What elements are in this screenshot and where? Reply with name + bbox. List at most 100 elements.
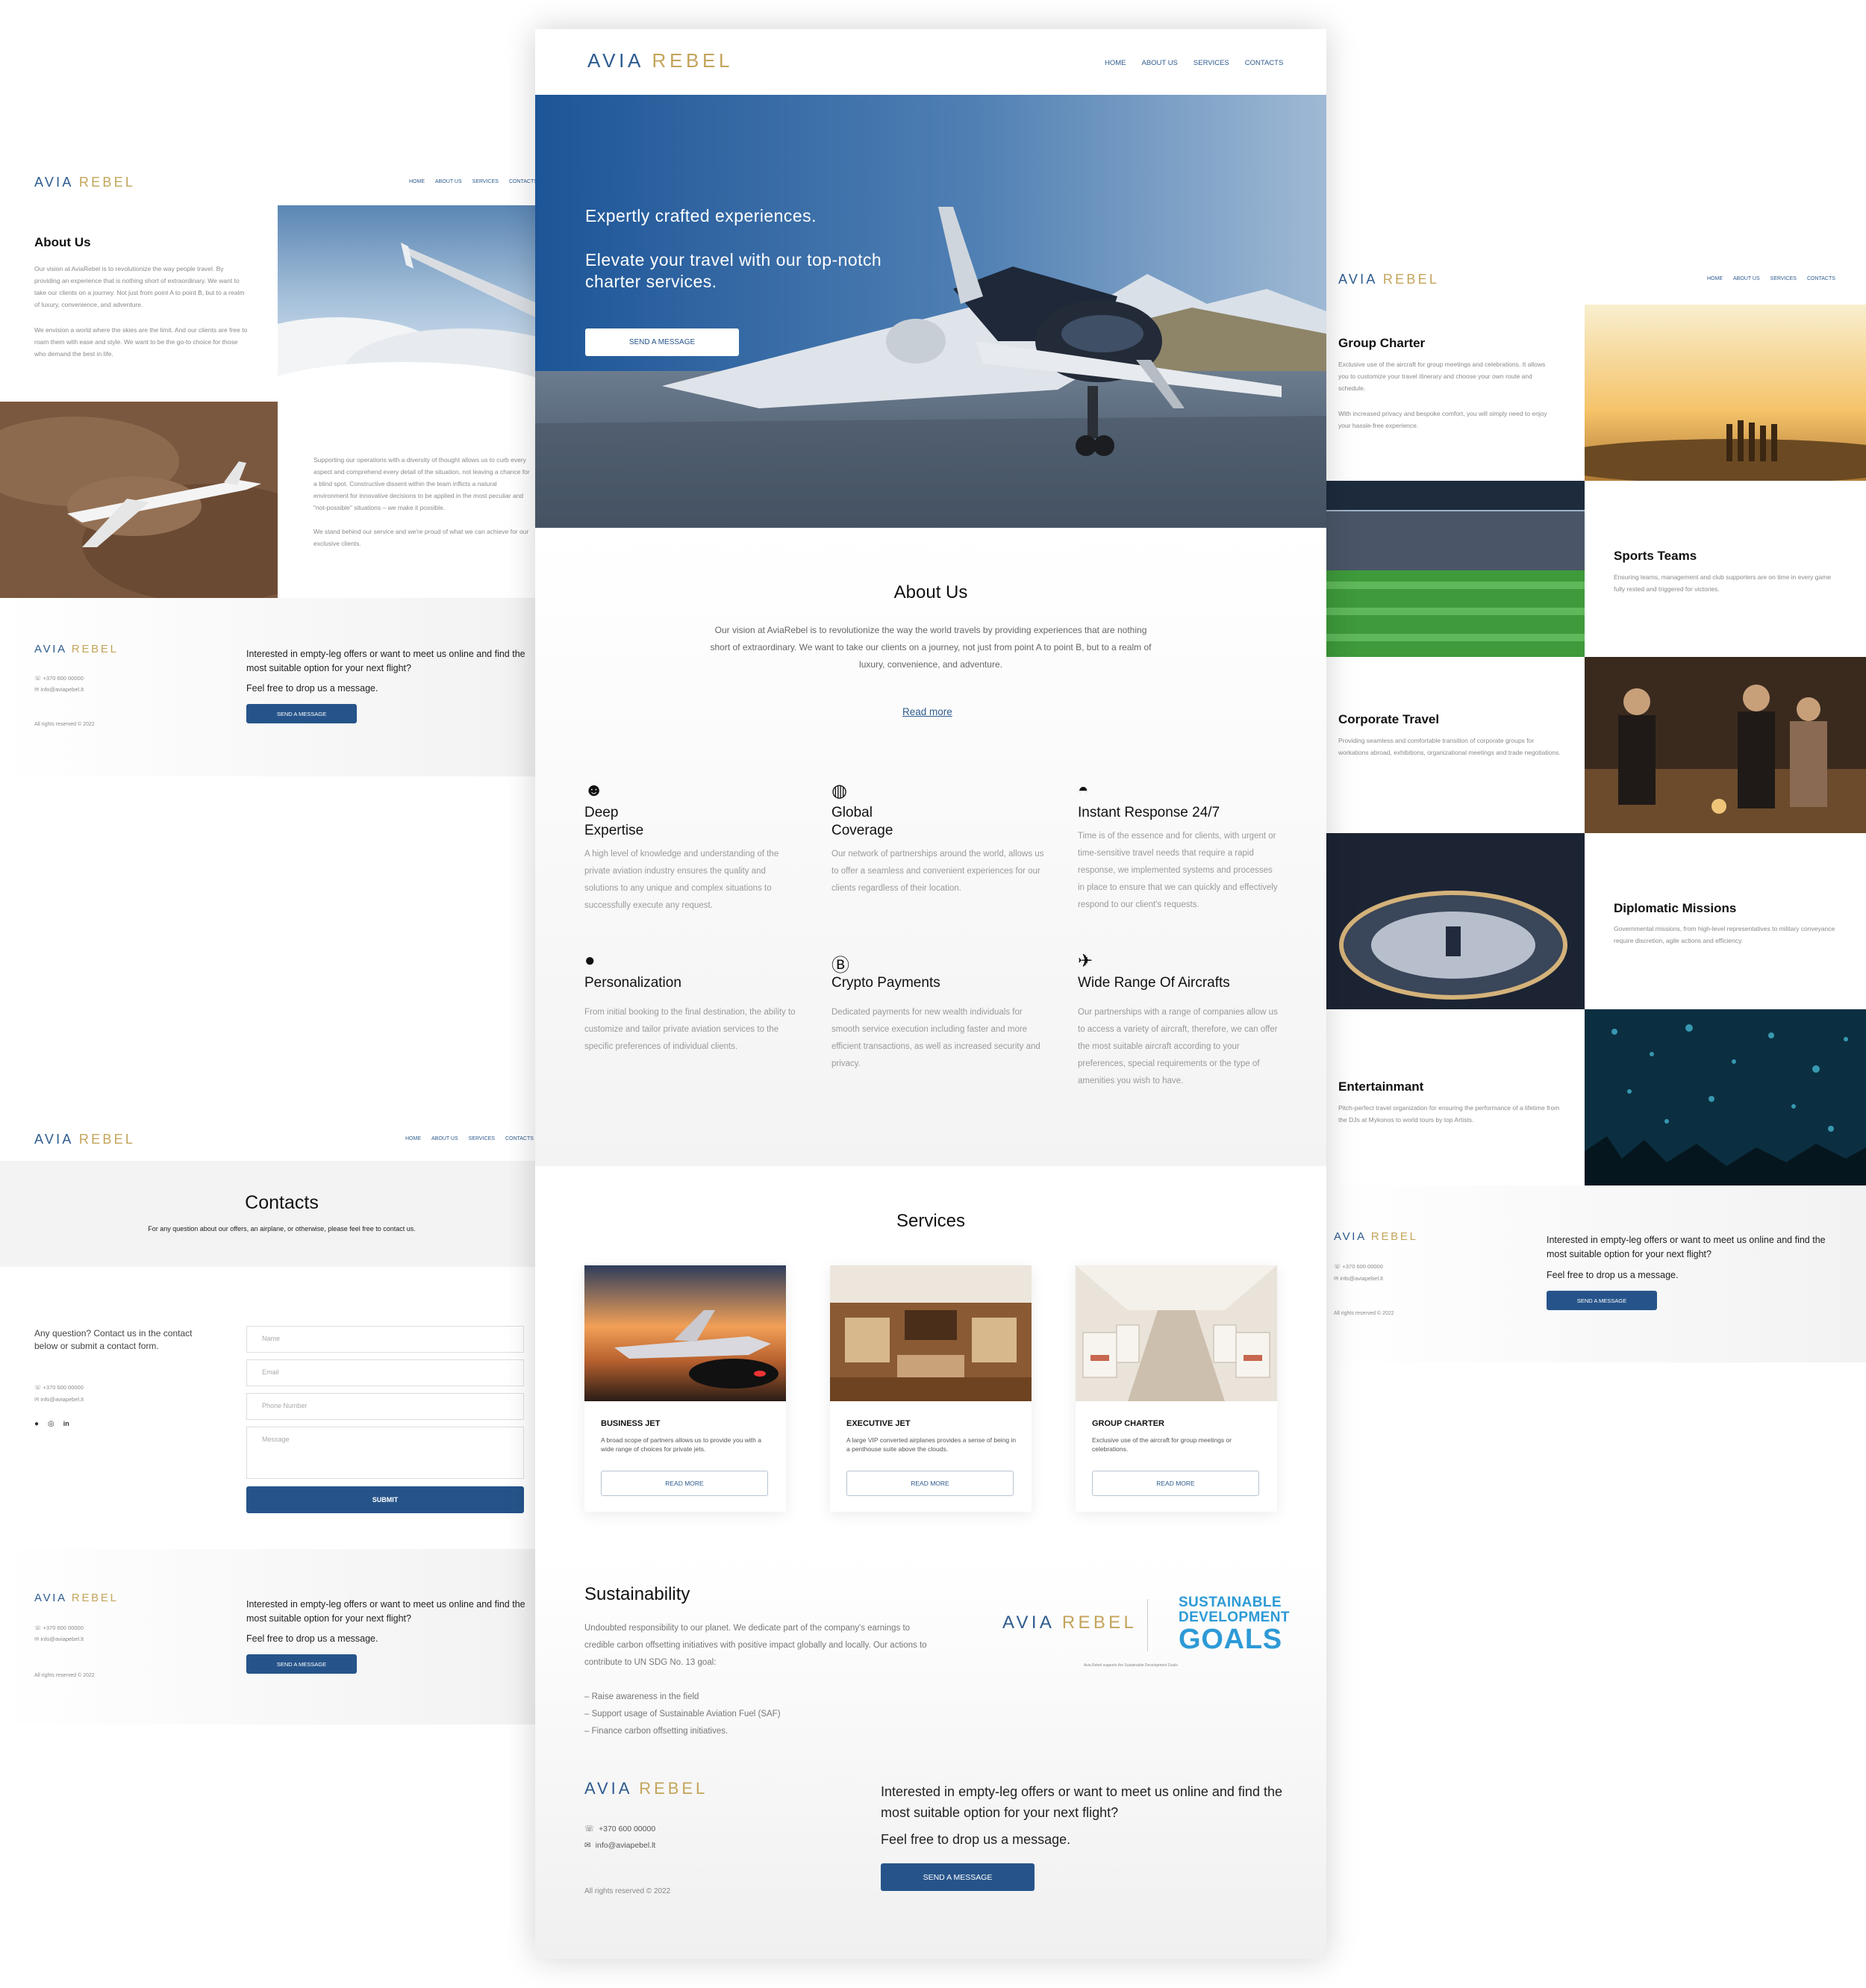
footer-logo[interactable]: AVIA REBEL <box>1334 1230 1418 1243</box>
services-page-footer: AVIA REBEL ☏ +370 600 00000 ✉ info@aviap… <box>1326 1185 1866 1362</box>
nav-contacts[interactable]: CONTACTS <box>509 179 535 184</box>
nav-contacts[interactable]: CONTACTS <box>1807 276 1835 281</box>
nav-services[interactable]: SERVICES <box>469 1136 495 1141</box>
footer-email[interactable]: ✉ info@aviapebel.lt <box>34 686 84 693</box>
instagram-icon[interactable]: ◎ <box>48 1420 54 1428</box>
services-page-logo[interactable]: AVIA REBEL <box>1338 272 1439 287</box>
services-page-preview: AVIA REBEL HOME ABOUT US SERVICES CONTAC… <box>1326 261 1866 1362</box>
facebook-icon[interactable]: ● <box>34 1420 39 1428</box>
nav-services[interactable]: SERVICES <box>472 179 499 184</box>
card-title: BUSINESS JET <box>601 1419 661 1428</box>
sdg-caption: Avia Rebel supports the Sustainable Deve… <box>1084 1663 1178 1668</box>
main-footer-rights: All rights reserved © 2022 <box>584 1887 671 1895</box>
contacts-band: Contacts For any question about our offe… <box>0 1161 535 1267</box>
jet-over-desert-image <box>0 402 278 598</box>
about-page-header: AVIA REBEL HOME ABOUT US SERVICES CONTAC… <box>0 164 535 205</box>
bitcoin-icon: Ⓑ <box>831 956 849 976</box>
email-field[interactable]: Email <box>246 1359 524 1386</box>
main-footer-phone[interactable]: ☏ +370 600 00000 <box>584 1825 655 1833</box>
footer-cta-sub: Feel free to drop us a message. <box>246 683 378 694</box>
feature-title: Instant Response 24/7 <box>1078 805 1220 820</box>
bullet-item: – Raise awareness in the field <box>584 1692 699 1701</box>
linkedin-icon[interactable]: in <box>63 1420 69 1428</box>
about-page-nav: HOME ABOUT US SERVICES CONTACTS <box>409 179 535 184</box>
footer-phone[interactable]: ☏ +370 600 00000 <box>34 1624 84 1631</box>
submit-button[interactable]: SUBMIT <box>246 1486 524 1513</box>
service-text-corporate-travel: Providing seamless and comfortable trans… <box>1338 737 1561 756</box>
footer-phone[interactable]: ☏ +370 600 00000 <box>34 675 84 682</box>
services-section: Services BUSINESS JET A broad scope of p… <box>535 1166 1326 1554</box>
main-footer-logo[interactable]: AVIA REBEL <box>584 1779 708 1798</box>
footer-cta-text: Interested in empty-leg offers or want t… <box>246 1599 525 1624</box>
footer-send-button[interactable]: SEND A MESSAGE <box>246 1654 357 1674</box>
nav-about[interactable]: ABOUT US <box>1142 59 1178 67</box>
nav-contacts[interactable]: CONTACTS <box>1245 59 1284 67</box>
read-more-button[interactable]: READ MORE <box>846 1471 1014 1496</box>
about-page-paragraph-2: We envision a world where the skies are … <box>34 326 248 358</box>
contacts-side-text: Any question? Contact us in the contact … <box>34 1328 193 1351</box>
service-text-sports-teams: Ensuring teams, management and club supp… <box>1614 573 1832 593</box>
feature-title: Crypto Payments <box>831 975 940 991</box>
nav-home[interactable]: HOME <box>409 179 425 184</box>
nav-services[interactable]: SERVICES <box>1193 59 1229 67</box>
nav-home[interactable]: HOME <box>1707 276 1723 281</box>
footer-logo[interactable]: AVIA REBEL <box>34 1592 119 1604</box>
sdg-line-3: GOALS <box>1179 1624 1282 1655</box>
contacts-page-logo[interactable]: AVIA REBEL <box>34 1132 135 1147</box>
contacts-email[interactable]: ✉ info@aviapebel.lt <box>34 1396 84 1403</box>
nav-about[interactable]: ABOUT US <box>435 179 462 184</box>
nav-services[interactable]: SERVICES <box>1770 276 1797 281</box>
nav-contacts[interactable]: CONTACTS <box>505 1136 534 1141</box>
services-page-header: AVIA REBEL HOME ABOUT US SERVICES CONTAC… <box>1326 261 1866 305</box>
nav-about[interactable]: ABOUT US <box>431 1136 458 1141</box>
contacts-phone[interactable]: ☏ +370 600 00000 <box>34 1384 84 1391</box>
main-header: AVIA REBEL HOME ABOUT US SERVICES CONTAC… <box>535 29 1326 95</box>
nav-about[interactable]: ABOUT US <box>1733 276 1760 281</box>
contacts-page-preview: AVIA REBEL HOME ABOUT US SERVICES CONTAC… <box>0 1120 535 1724</box>
bullet-item: – Support usage of Sustainable Aviation … <box>584 1710 781 1719</box>
sdg-line-1: SUSTAINABLE <box>1179 1595 1282 1610</box>
phone-field[interactable]: Phone Number <box>246 1393 524 1420</box>
about-page-logo[interactable]: AVIA REBEL <box>34 175 135 190</box>
nav-home[interactable]: HOME <box>1105 59 1126 67</box>
feature-deep-expertise: ☻ Deep Expertise A high level of knowled… <box>584 780 801 914</box>
contacts-title: Contacts <box>245 1192 319 1213</box>
corporate-people-image <box>1585 657 1866 833</box>
read-more-button[interactable]: READ MORE <box>1092 1471 1259 1496</box>
service-text-group-charter: Exclusive use of the aircraft for group … <box>1338 361 1546 392</box>
nav-home[interactable]: HOME <box>405 1136 421 1141</box>
read-more-link[interactable]: Read more <box>902 706 952 717</box>
airplane-icon: ✈ <box>1078 951 1093 971</box>
hero-send-button[interactable]: SEND A MESSAGE <box>585 328 739 356</box>
logo-divider <box>1147 1599 1148 1651</box>
about-page-preview: AVIA REBEL HOME ABOUT US SERVICES CONTAC… <box>0 164 535 776</box>
contacts-subtitle: For any question about our offers, an ai… <box>148 1225 416 1233</box>
footer-rights: All rights reserved © 2022 <box>34 1673 95 1678</box>
hero-jet-image <box>535 95 1326 528</box>
main-footer-email[interactable]: ✉ info@aviapebel.lt <box>584 1841 655 1850</box>
message-field[interactable]: Message <box>246 1427 524 1479</box>
footer-phone[interactable]: ☏ +370 600 00000 <box>1334 1263 1383 1270</box>
clouds-wing-image <box>278 205 535 402</box>
footer-logo[interactable]: AVIA REBEL <box>34 643 119 655</box>
executive-jet-image <box>830 1265 1032 1401</box>
group-charter-image <box>1076 1265 1277 1401</box>
sustainability-section: Sustainability Undoubted responsibility … <box>535 1554 1326 1959</box>
footer-email[interactable]: ✉ info@aviapebel.lt <box>1334 1275 1383 1282</box>
feature-instant-response: ◓ Instant Response 24/7 Time is of the e… <box>1078 780 1294 914</box>
brain-icon: ☻ <box>584 780 604 800</box>
about-page-footer: AVIA REBEL ☏ +370 600 00000 ✉ info@aviap… <box>0 598 535 776</box>
service-text-group-charter-2: With increased privacy and bespoke comfo… <box>1338 410 1547 429</box>
footer-send-button[interactable]: SEND A MESSAGE <box>1547 1291 1657 1310</box>
footer-send-button[interactable]: SEND A MESSAGE <box>246 704 357 723</box>
feature-crypto-payments: Ⓑ Crypto Payments Dedicated payments for… <box>831 950 1048 1073</box>
main-footer-send-button[interactable]: SEND A MESSAGE <box>881 1863 1035 1891</box>
service-title-sports-teams: Sports Teams <box>1614 549 1697 563</box>
read-more-button[interactable]: READ MORE <box>601 1471 768 1496</box>
footer-email[interactable]: ✉ info@aviapebel.lt <box>34 1636 84 1642</box>
sustainability-bullets: – Raise awareness in the field – Support… <box>584 1689 781 1740</box>
about-page-paragraph-4: We stand behind our service and we're pr… <box>313 528 529 547</box>
name-field[interactable]: Name <box>246 1326 524 1353</box>
feature-text: Dedicated payments for new wealth indivi… <box>831 1008 1040 1068</box>
main-logo[interactable]: AVIA REBEL <box>587 49 733 72</box>
